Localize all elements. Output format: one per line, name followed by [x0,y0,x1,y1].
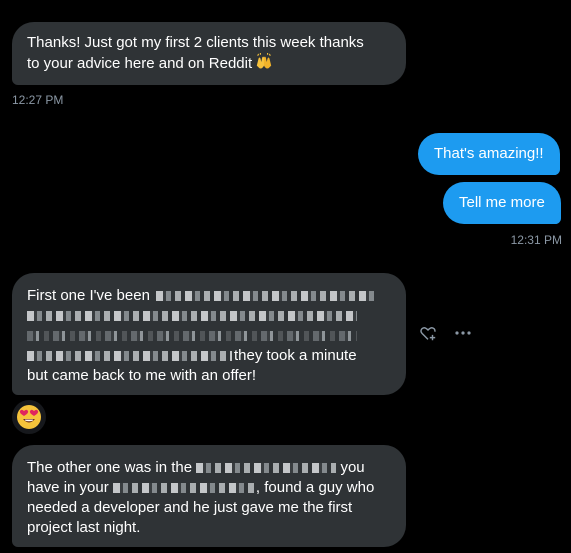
outgoing-message-1[interactable]: That's amazing!! [418,133,560,175]
redacted-text [27,331,357,342]
timestamp: 12:27 PM [12,93,64,107]
incoming-message-1[interactable]: Thanks! Just got my first 2 clients this… [12,22,406,85]
message-text-line: they took a minute [27,346,357,366]
message-text-line: The other one was in the you [27,458,390,478]
message-text: to your advice here and on Reddit [27,55,253,72]
message-text-line [27,326,390,346]
message-text: they took a minute [234,347,357,364]
message-text-line: First one I've been [27,286,390,306]
incoming-message-3[interactable]: The other one was in the you have in you… [12,445,406,547]
message-text-line: have in your , found a guy who [27,478,390,498]
message-text: , found a guy who [255,479,375,496]
message-text: The other one was in the [27,459,193,476]
timestamp: 12:31 PM [510,233,562,247]
message-text: you [340,459,365,476]
heart-eyes-emoji-icon [17,405,41,429]
heart-plus-icon[interactable] [419,325,437,343]
message-text: have in your [27,479,109,496]
outgoing-message-2[interactable]: Tell me more [443,182,561,224]
incoming-message-2[interactable]: First one I've been they took a minute b… [12,273,406,395]
redacted-text [27,311,357,322]
message-reaction[interactable] [12,400,46,434]
more-horizontal-icon[interactable] [454,327,472,339]
message-text-line [27,306,390,326]
raising-hands-icon [256,53,272,69]
message-text-line: Thanks! Just got my first 2 clients this… [27,34,364,51]
message-text: That's amazing!! [434,145,544,162]
message-text: First one I've been [27,287,150,304]
redacted-text [27,351,232,362]
redacted-text [196,463,337,474]
redacted-text [156,291,379,302]
message-text-line: project last night. [27,519,141,536]
message-text-line: to your advice here and on Reddit [27,53,390,74]
message-text-line: needed a developer and he just gave me t… [27,499,353,516]
redacted-text [112,483,256,494]
message-text-line: but came back to me with an offer! [27,367,257,384]
message-text: Tell me more [459,194,545,211]
